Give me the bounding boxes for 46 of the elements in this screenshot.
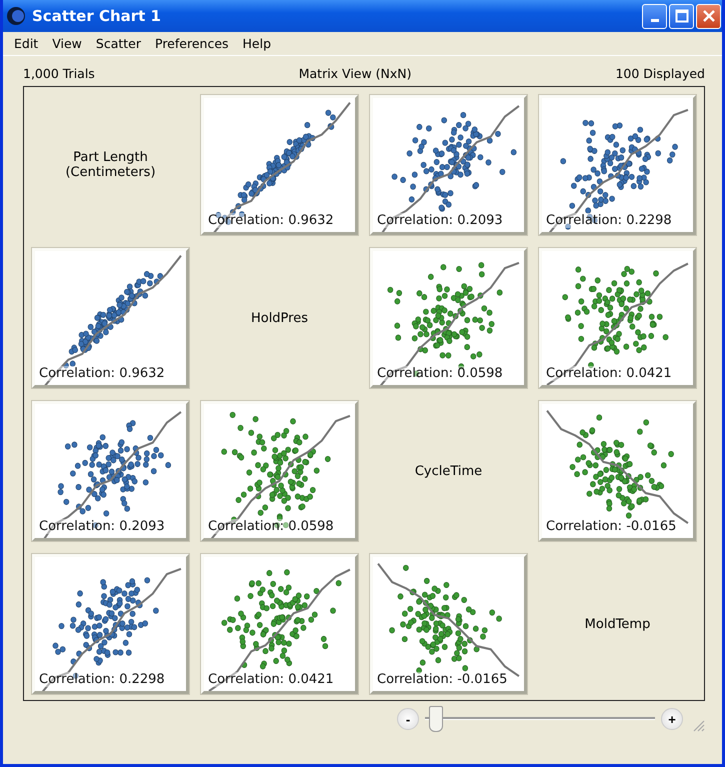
- menu-item[interactable]: View: [45, 34, 89, 53]
- maximize-button[interactable]: [669, 4, 694, 28]
- plot-frame[interactable]: Correlation: 0.9632: [32, 248, 189, 388]
- close-button[interactable]: [696, 4, 721, 28]
- correlation-label: Correlation: 0.9632: [208, 213, 334, 228]
- plot-frame[interactable]: Correlation: 0.2093: [32, 401, 189, 541]
- plot-frame[interactable]: Correlation: 0.9632: [201, 95, 358, 235]
- plot-frame[interactable]: Correlation: -0.0165: [370, 554, 527, 694]
- plot-frame[interactable]: Correlation: 0.0421: [539, 248, 696, 388]
- variable-name: HoldPres: [250, 310, 308, 326]
- minimize-icon: [650, 18, 658, 22]
- close-icon: [702, 9, 716, 23]
- plot-frame[interactable]: Correlation: 0.2093: [370, 95, 527, 235]
- maximize-icon: [674, 9, 688, 23]
- plot-frame[interactable]: Correlation: 0.0421: [201, 554, 358, 694]
- app-icon: [6, 6, 26, 26]
- correlation-label: Correlation: 0.2298: [39, 672, 165, 687]
- slider-thumb[interactable]: [429, 706, 444, 732]
- variable-name: MoldTemp: [584, 616, 650, 632]
- correlation-label: Correlation: 0.9632: [39, 366, 165, 381]
- variable-name: CycleTime: [414, 464, 482, 478]
- menu-item[interactable]: Scatter: [88, 34, 148, 53]
- displayed-count: 100 Displayed: [615, 66, 705, 81]
- correlation-label: Correlation: 0.2093: [39, 519, 165, 534]
- view-mode: Matrix View (NxN): [298, 66, 412, 81]
- correlation-label: Correlation: 0.0421: [208, 672, 334, 687]
- plot-frame[interactable]: Correlation: 0.0598: [201, 401, 358, 541]
- plot-frame[interactable]: Correlation: 0.2298: [32, 554, 189, 694]
- correlation-label: Correlation: 0.2298: [546, 213, 672, 228]
- correlation-label: Correlation: 0.0598: [377, 366, 503, 381]
- zoom-in-button[interactable]: +: [661, 708, 683, 730]
- menu-item[interactable]: Edit: [7, 34, 46, 53]
- correlation-label: Correlation: 0.0421: [546, 366, 672, 381]
- window-title: Scatter Chart 1: [32, 7, 162, 25]
- correlation-label: Correlation: 0.0598: [208, 519, 334, 534]
- menu-item[interactable]: Help: [236, 34, 278, 53]
- trials-count: 1,000 Trials: [23, 66, 95, 81]
- resize-grip-icon: [691, 718, 705, 732]
- plot-frame[interactable]: Correlation: 0.2298: [539, 95, 696, 235]
- variable-name: Part Length (Centimeters): [65, 150, 156, 180]
- plot-frame[interactable]: Correlation: 0.0598: [370, 248, 527, 388]
- zoom-out-button[interactable]: -: [397, 708, 419, 730]
- plot-frame[interactable]: Correlation: -0.0165: [539, 401, 696, 541]
- menu-item[interactable]: Preferences: [148, 34, 236, 53]
- correlation-label: Correlation: 0.2093: [377, 213, 503, 228]
- minimize-button[interactable]: [642, 4, 667, 28]
